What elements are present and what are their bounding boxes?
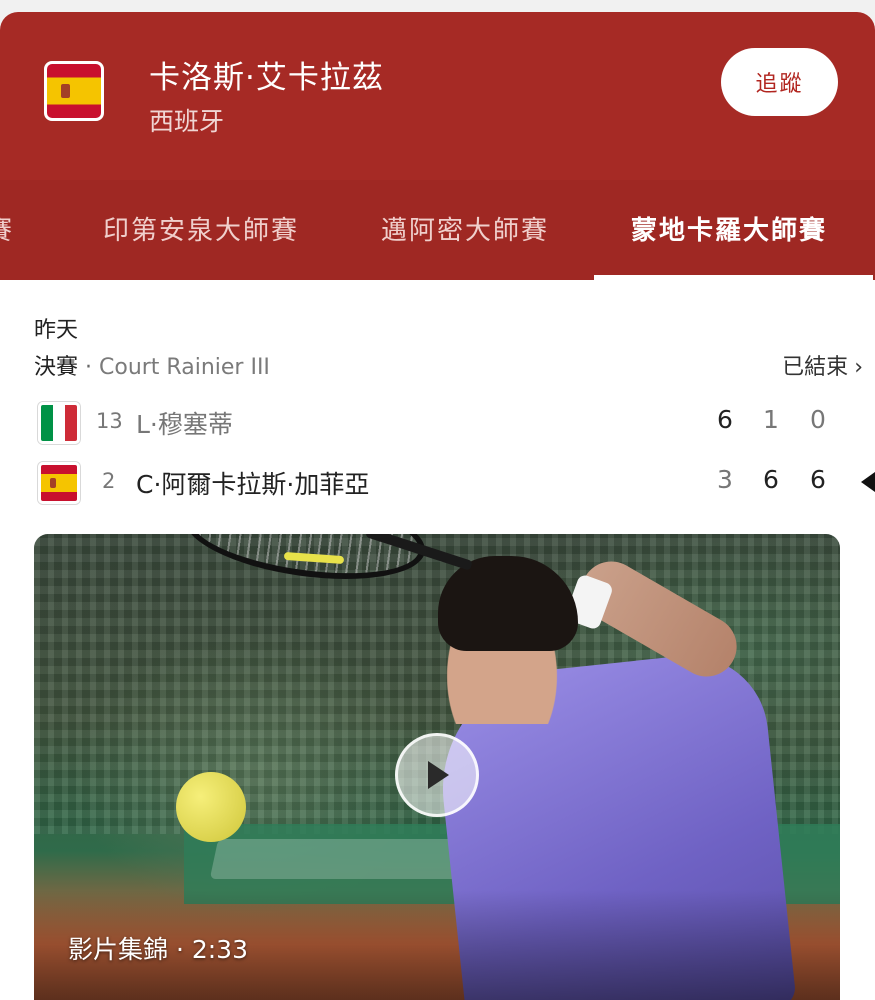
set-score: 0: [810, 405, 826, 434]
follow-button[interactable]: 追蹤: [721, 48, 838, 116]
spain-flag-icon: [38, 462, 80, 504]
match-status: 已結束: [782, 355, 849, 380]
player-card: 卡洛斯·艾卡拉茲 西班牙 追蹤 賽 印第安泉大師賽 邁阿密大師賽 蒙地卡羅大師賽…: [0, 12, 875, 1000]
tennis-ball-image: [176, 772, 246, 842]
tab-previous-tournament[interactable]: 賽: [0, 210, 14, 247]
player-name: C·阿爾卡拉斯·加菲亞: [136, 470, 370, 499]
tab-monte-carlo[interactable]: 蒙地卡羅大師賽: [631, 210, 827, 247]
tournament-tabs: 賽 印第安泉大師賽 邁阿密大師賽 蒙地卡羅大師賽: [0, 180, 875, 280]
tab-indian-wells[interactable]: 印第安泉大師賽: [103, 210, 299, 247]
player-seed: 13: [96, 409, 123, 433]
player-name: L·穆塞蒂: [136, 410, 233, 439]
player-country: 西班牙: [149, 107, 225, 136]
player-name: 卡洛斯·艾卡拉茲: [149, 60, 384, 96]
player-row-musetti[interactable]: 13 L·穆塞蒂 6 1 0: [0, 400, 875, 444]
active-tab-indicator: [594, 275, 873, 280]
court-name: Court Rainier III: [99, 355, 270, 380]
separator: ·: [78, 355, 99, 380]
match-date: 昨天: [34, 318, 79, 343]
player-seed: 2: [102, 469, 116, 493]
italy-flag-icon: [38, 402, 80, 444]
set-score: 1: [763, 405, 779, 434]
video-thumbnail[interactable]: 影片集錦 · 2:33: [34, 534, 840, 1000]
match-status-link[interactable]: 已結束 ›: [782, 349, 863, 381]
set-score: 6: [717, 405, 733, 434]
set-score: 6: [763, 465, 779, 494]
chevron-right-icon: ›: [854, 355, 863, 380]
play-button[interactable]: [395, 733, 479, 817]
set-score: 6: [810, 465, 826, 494]
winner-arrow-icon: [861, 472, 875, 492]
set-score: 3: [717, 465, 733, 494]
spain-flag-icon: [44, 61, 104, 121]
play-icon: [428, 761, 449, 789]
player-header: 卡洛斯·艾卡拉茲 西班牙 追蹤: [0, 12, 875, 180]
match-round: 決賽: [34, 355, 79, 380]
sponsor-logo: [209, 839, 469, 879]
video-caption: 影片集錦 · 2:33: [68, 935, 248, 964]
tab-miami[interactable]: 邁阿密大師賽: [381, 210, 549, 247]
match-round-line: 決賽 · Court Rainier III: [34, 349, 270, 381]
player-row-alcaraz[interactable]: 2 C·阿爾卡拉斯·加菲亞 3 6 6: [0, 460, 875, 504]
